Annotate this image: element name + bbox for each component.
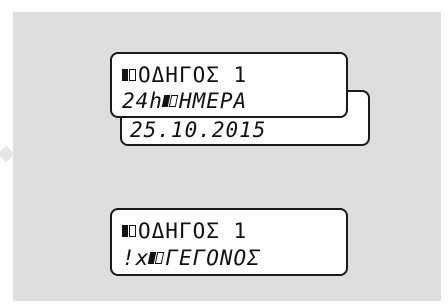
card-slot-icon [161, 93, 179, 109]
driver-label: ΟΔΗΓΟΣ 1 [138, 63, 248, 87]
event-label: ΓΕΓΟΝΟΣ [165, 246, 261, 270]
date-line: 25.10.2015 [130, 118, 267, 142]
display-screen-day: ΟΔΗΓΟΣ 1 24h ΗΜΕΡΑ [110, 52, 348, 118]
display-screen-event: ΟΔΗΓΟΣ 1 !x ΓΕΓΟΝΟΣ [110, 208, 348, 276]
card-slot-icon [148, 250, 165, 266]
card-slot-icon [122, 223, 136, 239]
day-line: 24h ΗΜΕΡΑ [122, 89, 247, 113]
card-slot-icon [122, 67, 136, 83]
driver-line: ΟΔΗΓΟΣ 1 [122, 63, 247, 87]
day-label: ΗΜΕΡΑ [178, 89, 248, 113]
driver-line: ΟΔΗΓΟΣ 1 [122, 219, 247, 243]
24h-label: 24h [122, 89, 163, 113]
event-line: !x ΓΕΓΟΝΟΣ [122, 246, 261, 270]
driver-label: ΟΔΗΓΟΣ 1 [138, 219, 248, 243]
event-prefix-label: !x [122, 246, 150, 270]
